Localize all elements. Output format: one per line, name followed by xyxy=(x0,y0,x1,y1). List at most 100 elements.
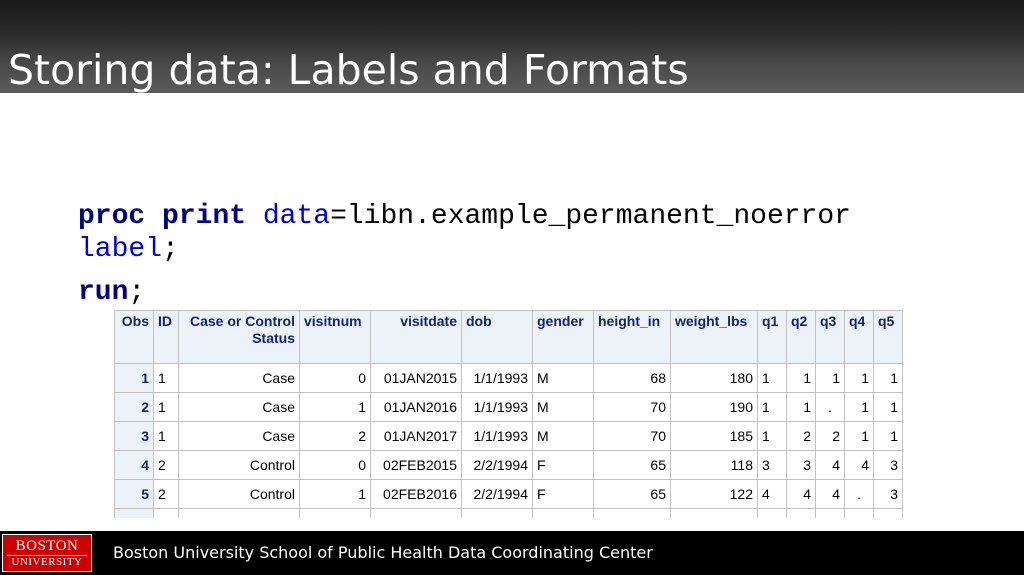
cell-empty xyxy=(757,508,787,518)
cell-visitnum: 1 xyxy=(299,392,371,422)
column-header-q1: q1 xyxy=(757,310,787,364)
cell-id: 1 xyxy=(153,421,179,451)
cell-id: 1 xyxy=(153,392,179,422)
column-header-weight: weight_lbs xyxy=(670,310,758,364)
title-bar: Storing data: Labels and Formats xyxy=(0,0,1024,93)
cell-q4: 1 xyxy=(844,363,874,393)
column-header-q5: q5 xyxy=(873,310,903,364)
cell-visitnum: 0 xyxy=(299,450,371,480)
cell-visitdate: 01JAN2015 xyxy=(370,363,462,393)
cell-empty xyxy=(461,508,533,518)
table-row: 1 1 Case 0 01JAN2015 1/1/1993 M 68 180 1… xyxy=(114,363,903,393)
column-header-gender: gender xyxy=(532,310,594,364)
cell-q5: 1 xyxy=(873,421,903,451)
cell-id: 2 xyxy=(153,479,179,509)
cell-id: 1 xyxy=(153,363,179,393)
keyword-run: run xyxy=(78,277,129,308)
cell-empty xyxy=(786,508,816,518)
keyword-print: print xyxy=(162,201,247,232)
semicolon: ; xyxy=(128,277,146,308)
cell-visitdate: 01JAN2016 xyxy=(370,392,462,422)
cell-empty xyxy=(815,508,845,518)
cell-visitdate: 02FEB2015 xyxy=(370,450,462,480)
logo-line-university: UNIVERSITY xyxy=(7,555,87,569)
table-row: 4 2 Control 0 02FEB2015 2/2/1994 F 65 11… xyxy=(114,450,903,480)
cell-height: 68 xyxy=(593,363,671,393)
cell-obs: 4 xyxy=(114,450,154,480)
cell-weight: 185 xyxy=(670,421,758,451)
cell-visitnum: 0 xyxy=(299,363,371,393)
table-header-row: Obs ID Case or Control Status visitnum v… xyxy=(114,310,903,364)
sas-output-table: Obs ID Case or Control Status visitnum v… xyxy=(114,310,903,518)
logo-line-boston: BOSTON xyxy=(15,538,79,554)
cell-obs: 1 xyxy=(114,363,154,393)
cell-empty xyxy=(153,508,179,518)
cell-gender: M xyxy=(532,363,594,393)
cell-height: 65 xyxy=(593,450,671,480)
cell-obs: 3 xyxy=(114,421,154,451)
column-header-visitdate: visitdate xyxy=(370,310,462,364)
cell-weight: 190 xyxy=(670,392,758,422)
cell-visitdate: 01JAN2017 xyxy=(370,421,462,451)
cell-q3: 4 xyxy=(815,479,845,509)
sas-output-table-container: Obs ID Case or Control Status visitnum v… xyxy=(114,310,904,518)
cell-status: Control xyxy=(178,450,300,480)
cell-q3: 2 xyxy=(815,421,845,451)
cell-q1: 1 xyxy=(757,421,787,451)
column-header-obs: Obs xyxy=(114,310,154,364)
code-line-2: label; xyxy=(78,233,851,266)
semicolon: ; xyxy=(162,234,179,265)
cell-obs: 5 xyxy=(114,479,154,509)
cell-q4: 4 xyxy=(844,450,874,480)
cell-q1: 3 xyxy=(757,450,787,480)
cell-empty xyxy=(670,508,758,518)
cell-status: Case xyxy=(178,421,300,451)
cell-obs xyxy=(114,508,154,518)
column-header-visitnum: visitnum xyxy=(299,310,371,364)
cell-id: 2 xyxy=(153,450,179,480)
cell-status: Control xyxy=(178,479,300,509)
cell-gender: F xyxy=(532,479,594,509)
option-data: data xyxy=(262,201,331,232)
cell-q2: 2 xyxy=(786,421,816,451)
cell-weight: 118 xyxy=(670,450,758,480)
cell-weight: 180 xyxy=(670,363,758,393)
cell-height: 70 xyxy=(593,392,671,422)
cell-weight: 122 xyxy=(670,479,758,509)
cell-dob: 2/2/1994 xyxy=(461,479,533,509)
column-header-dob: dob xyxy=(461,310,533,364)
table-row: 5 2 Control 1 02FEB2016 2/2/1994 F 65 12… xyxy=(114,479,903,509)
cell-empty xyxy=(370,508,462,518)
footer-bar: BOSTON UNIVERSITY Boston University Scho… xyxy=(0,531,1024,575)
cell-dob: 1/1/1993 xyxy=(461,421,533,451)
cell-status: Case xyxy=(178,363,300,393)
cell-gender: F xyxy=(532,450,594,480)
cell-empty xyxy=(178,508,300,518)
column-header-q2: q2 xyxy=(786,310,816,364)
column-header-id: ID xyxy=(153,310,179,364)
cell-q3: 4 xyxy=(815,450,845,480)
cell-empty xyxy=(873,508,903,518)
column-header-q4: q4 xyxy=(844,310,874,364)
cell-visitnum: 1 xyxy=(299,479,371,509)
cell-q1: 1 xyxy=(757,363,787,393)
keyword-proc: proc xyxy=(78,201,146,232)
code-line-3: run; xyxy=(78,276,851,309)
cell-q3: 1 xyxy=(815,363,845,393)
table-row-partial xyxy=(114,508,903,518)
cell-dob: 1/1/1993 xyxy=(461,363,533,393)
cell-q5: 3 xyxy=(873,479,903,509)
cell-q2: 3 xyxy=(786,450,816,480)
cell-q3: . xyxy=(815,392,845,422)
slide: Storing data: Labels and Formats proc pr… xyxy=(0,0,1024,575)
cell-q5: 1 xyxy=(873,363,903,393)
cell-dob: 2/2/1994 xyxy=(461,450,533,480)
cell-q4: 1 xyxy=(844,421,874,451)
column-header-q3: q3 xyxy=(815,310,845,364)
cell-q5: 3 xyxy=(873,450,903,480)
dataset-name: =libn.example_permanent_noerror xyxy=(330,201,851,232)
boston-university-logo: BOSTON UNIVERSITY xyxy=(2,534,92,572)
cell-height: 65 xyxy=(593,479,671,509)
cell-q1: 4 xyxy=(757,479,787,509)
cell-empty xyxy=(844,508,874,518)
